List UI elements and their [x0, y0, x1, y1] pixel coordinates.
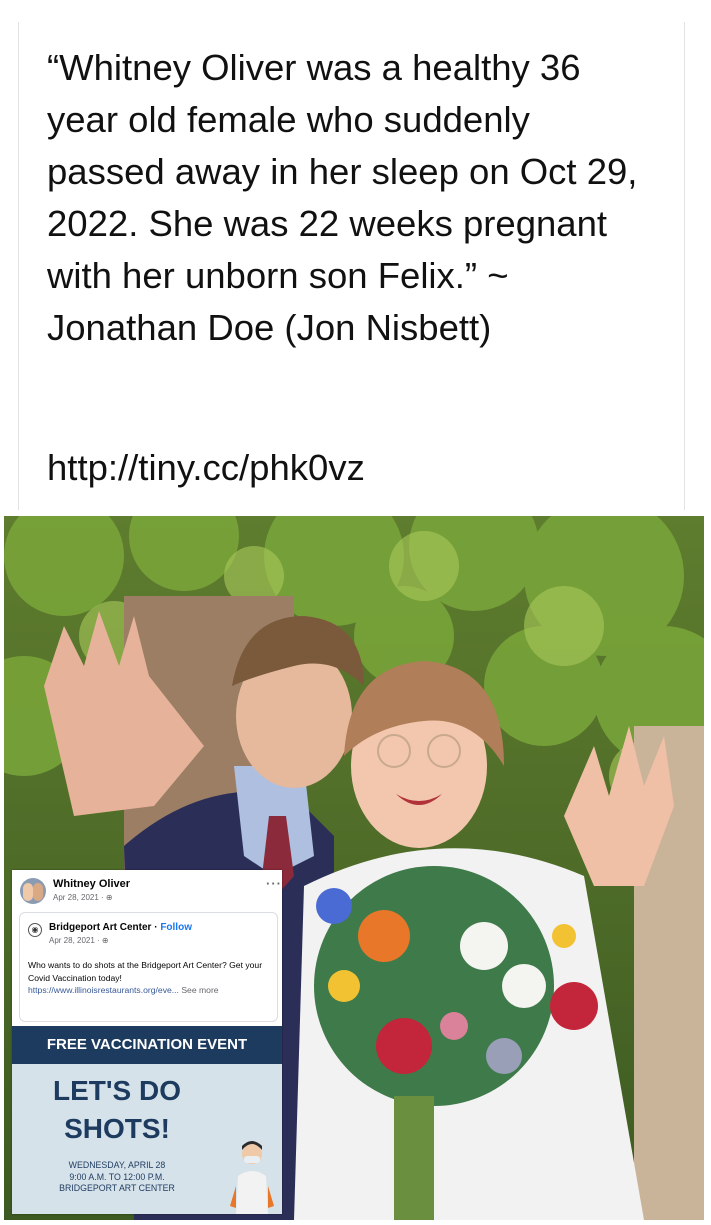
post-date: Apr 28, 2021 · — [53, 893, 106, 902]
avatar — [20, 878, 46, 904]
shared-page-row: Bridgeport Art Center · Follow — [49, 922, 192, 933]
details-line-2: 9:00 A.M. TO 12:00 P.M. — [69, 1171, 165, 1182]
post-header: Whitney Oliver Apr 28, 2021 · ⊕ ··· — [20, 876, 281, 906]
more-icon: ··· — [266, 876, 282, 891]
post-author: Whitney Oliver — [53, 878, 131, 890]
page-icon: ◉ — [28, 923, 42, 937]
event-details: WEDNESDAY, APRIL 28 9:00 A.M. TO 12:00 P… — [42, 1160, 192, 1195]
quote-card: “Whitney Oliver was a healthy 36 year ol… — [18, 22, 685, 510]
details-line-3: BRIDGEPORT ART CENTER — [59, 1183, 175, 1193]
see-more: See more — [178, 985, 219, 995]
follow-link: Follow — [160, 922, 192, 933]
globe-icon: ⊕ — [105, 893, 113, 902]
shared-link: https://www.illinoisrestaurants.org/eve.… — [28, 985, 179, 995]
quote-text: “Whitney Oliver was a healthy 36 year ol… — [47, 47, 638, 348]
event-banner: FREE VACCINATION EVENT — [12, 1026, 282, 1064]
globe-icon: ⊕ — [101, 936, 109, 945]
shared-post: ◉ Bridgeport Art Center · Follow Apr 28,… — [19, 912, 278, 1022]
headline-line-2: SHOTS! — [64, 1113, 170, 1144]
shared-page-name: Bridgeport Art Center — [49, 922, 152, 933]
event-poster: LET'S DO SHOTS! WEDNESDAY, APRIL 28 9:00… — [12, 1064, 282, 1214]
headline-line-1: LET'S DO — [53, 1075, 181, 1106]
shared-date-row: Apr 28, 2021 · ⊕ — [49, 936, 109, 945]
poster-headline: LET'S DO SHOTS! — [12, 1072, 222, 1148]
nurse-illustration — [230, 1141, 274, 1214]
embedded-post-screenshot: Whitney Oliver Apr 28, 2021 · ⊕ ··· ◉ Br… — [12, 870, 282, 1214]
shared-date: Apr 28, 2021 · — [49, 936, 102, 945]
quote-link[interactable]: http://tiny.cc/phk0vz — [47, 442, 365, 494]
shared-post-body: Who wants to do shots at the Bridgeport … — [28, 959, 270, 997]
shared-body-text: Who wants to do shots at the Bridgeport … — [28, 960, 263, 983]
post-date-row: Apr 28, 2021 · ⊕ — [53, 893, 113, 902]
separator: · — [151, 922, 161, 933]
details-line-1: WEDNESDAY, APRIL 28 — [68, 1160, 166, 1170]
